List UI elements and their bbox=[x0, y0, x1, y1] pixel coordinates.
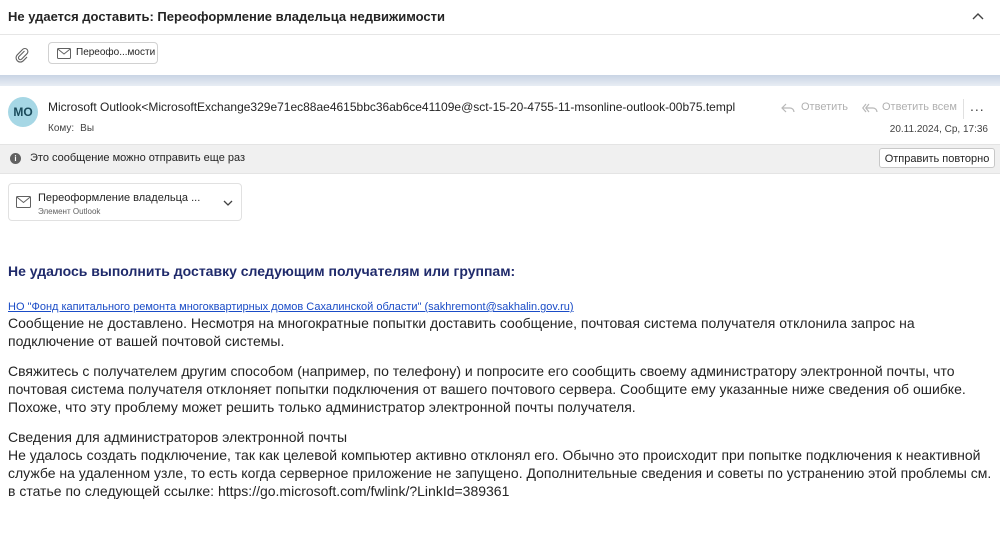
admin-details-text: Не удалось создать подключение, так как … bbox=[8, 447, 992, 499]
paragraph-contact-recipient: Свяжитесь с получателем другим способом … bbox=[8, 363, 966, 415]
reply-label: Ответить bbox=[801, 101, 849, 113]
attachment-chip[interactable]: Переофо...мости bbox=[48, 42, 158, 64]
recipient-link[interactable]: НО "Фонд капитального ремонта многокварт… bbox=[8, 300, 993, 314]
divider-band bbox=[0, 75, 1000, 86]
message-header: МО Microsoft Outlook<MicrosoftExchange32… bbox=[0, 86, 1000, 142]
subject-bar: Не удается доставить: Переоформление вла… bbox=[0, 0, 1000, 35]
collapse-button[interactable] bbox=[968, 6, 988, 26]
more-actions-button[interactable]: ... bbox=[970, 98, 985, 114]
attached-item-card[interactable]: Переоформление владельца ... Элемент Out… bbox=[8, 183, 242, 221]
paragraph-not-delivered: Сообщение не доставлено. Несмотря на мно… bbox=[8, 315, 915, 349]
reply-icon bbox=[781, 103, 795, 113]
delivery-failure-heading: Не удалось выполнить доставку следующим … bbox=[8, 263, 516, 279]
chevron-down-icon[interactable] bbox=[222, 198, 234, 208]
chevron-up-icon bbox=[972, 13, 984, 20]
sender-address[interactable]: Microsoft Outlook<MicrosoftExchange329e7… bbox=[48, 100, 773, 114]
avatar: МО bbox=[8, 97, 38, 127]
to-label: Кому: bbox=[48, 123, 75, 134]
notice-text: Это сообщение можно отправить еще раз bbox=[30, 152, 246, 164]
message-date: 20.11.2024, Ср, 17:36 bbox=[889, 124, 988, 135]
to-value[interactable]: Вы bbox=[80, 123, 94, 134]
message-subject: Не удается доставить: Переоформление вла… bbox=[8, 9, 446, 24]
resend-notice-bar: i Это сообщение можно отправить еще раз bbox=[0, 144, 1000, 174]
attachment-chip-label: Переофо...мости bbox=[76, 47, 156, 58]
attached-item-type: Элемент Outlook bbox=[38, 207, 101, 216]
toolbar-separator bbox=[963, 99, 964, 119]
resend-button[interactable]: Отправить повторно bbox=[879, 148, 995, 168]
attached-item-name: Переоформление владельца ... bbox=[38, 192, 201, 204]
message-body: Не удалось выполнить доставку следующим … bbox=[8, 262, 993, 500]
admin-details-title: Сведения для администраторов электронной… bbox=[8, 429, 348, 445]
info-icon: i bbox=[10, 153, 21, 164]
recipients-line: Кому: Вы bbox=[48, 123, 94, 134]
paperclip-icon[interactable] bbox=[14, 47, 30, 63]
reply-all-icon bbox=[862, 103, 878, 113]
mail-icon bbox=[16, 196, 31, 208]
reply-all-label: Ответить всем bbox=[882, 101, 957, 113]
mail-icon bbox=[57, 48, 71, 59]
